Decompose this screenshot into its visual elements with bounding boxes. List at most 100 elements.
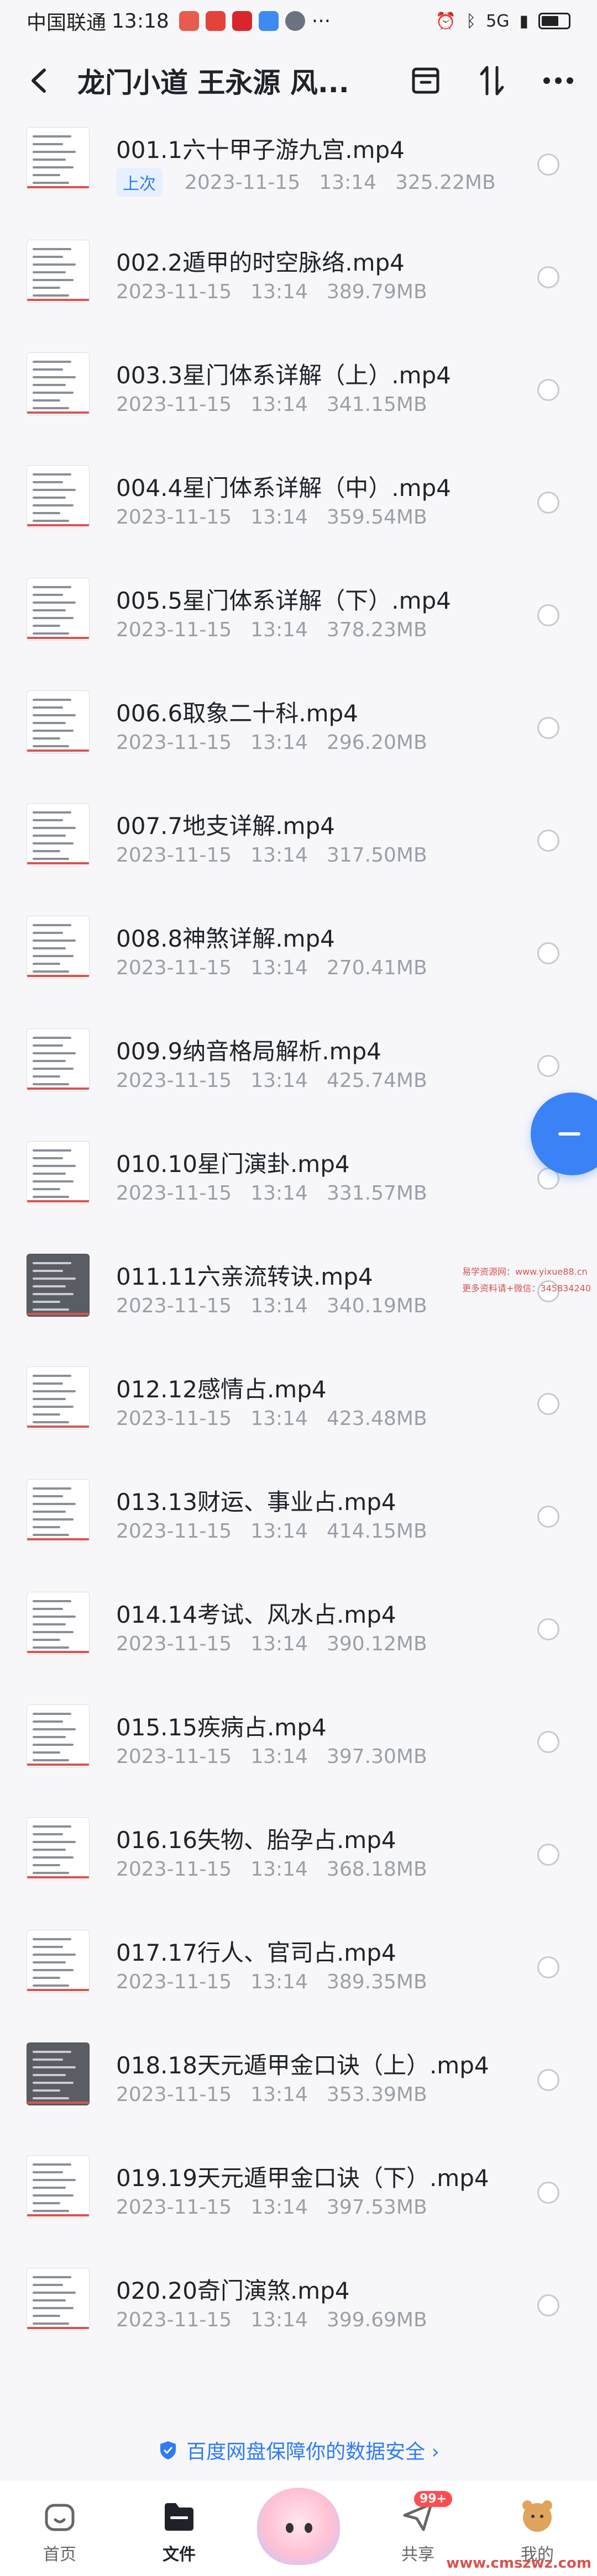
file-row[interactable]: 016.16失物、胎孕占.mp4 2023-11-15 13:14 368.18MB: [0, 1798, 597, 1911]
select-checkbox[interactable]: [537, 717, 559, 739]
file-date: 2023-11-15: [116, 1069, 232, 1092]
archive-icon[interactable]: [409, 64, 442, 97]
sort-icon[interactable]: [475, 64, 509, 97]
file-name: 014.14考试、风水占.mp4: [116, 1601, 396, 1628]
file-row[interactable]: 018.18天元遁甲金口诀（上）.mp4 2023-11-15 13:14 353.3…: [0, 2024, 597, 2136]
video-thumbnail: [27, 803, 90, 866]
select-checkbox[interactable]: [537, 1731, 559, 1753]
file-row[interactable]: 007.7地支详解.mp4 2023-11-15 13:14 317.50MB: [0, 784, 597, 897]
file-time: 13:14: [250, 2083, 308, 2106]
file-row[interactable]: 005.5星门体系详解（下）.mp4 2023-11-15 13:14 378.23M…: [0, 559, 597, 672]
select-checkbox[interactable]: [537, 1506, 559, 1528]
file-row[interactable]: 017.17行人、官司占.mp4 2023-11-15 13:14 389.35MB: [0, 1911, 597, 2024]
select-checkbox[interactable]: [537, 379, 559, 401]
file-time: 13:14: [250, 957, 308, 979]
select-checkbox[interactable]: [537, 1956, 559, 1978]
file-date: 2023-11-15: [116, 731, 232, 754]
security-promo-link[interactable]: 百度网盘保障你的数据安全 ›: [0, 2422, 597, 2478]
select-checkbox[interactable]: [537, 1393, 559, 1415]
file-row[interactable]: 003.3星门体系详解（上）.mp4 2023-11-15 13:14 341.15M…: [0, 334, 597, 446]
mascot-icon: [257, 2488, 340, 2565]
file-time: 13:14: [250, 1971, 308, 1993]
file-meta: 2023-11-15 13:14 397.30MB: [116, 1745, 446, 1768]
video-thumbnail: [27, 1141, 90, 1204]
file-name: 002.2遁甲的时空脉络.mp4: [116, 249, 405, 276]
file-row[interactable]: 002.2遁甲的时空脉络.mp4 2023-11-15 13:14 389.79MB: [0, 221, 597, 334]
file-size: 397.30MB: [326, 1745, 427, 1768]
nav-home[interactable]: 首页: [0, 2499, 119, 2565]
file-row[interactable]: 019.19天元遁甲金口诀（下）.mp4 2023-11-15 13:14 397.5…: [0, 2136, 597, 2249]
select-checkbox[interactable]: [537, 604, 559, 626]
file-row[interactable]: 013.13财运、事业占.mp4 2023-11-15 13:14 414.15MB: [0, 1460, 597, 1573]
video-thumbnail: [27, 1592, 90, 1655]
video-thumbnail: [27, 352, 90, 415]
file-name: 011.11六亲流转诀.mp4: [116, 1263, 373, 1290]
video-thumbnail: [27, 1028, 90, 1091]
signal-icon: ▮: [519, 11, 528, 31]
select-checkbox[interactable]: [537, 2069, 559, 2091]
file-list: 001.1六十甲子游九宫.mp4 上次 2023-11-15 13:14 325.22M…: [0, 108, 597, 2362]
file-meta: 2023-11-15 13:14 399.69MB: [116, 2309, 446, 2331]
file-size: 368.18MB: [326, 1858, 427, 1881]
file-size: 390.12MB: [326, 1633, 427, 1655]
file-row[interactable]: 020.20奇门演煞.mp4 2023-11-15 13:14 399.69MB: [0, 2249, 597, 2362]
file-meta: 2023-11-15 13:14 359.54MB: [116, 506, 446, 529]
file-meta: 2023-11-15 13:14 353.39MB: [116, 2083, 446, 2106]
select-checkbox[interactable]: [537, 1844, 559, 1866]
file-time: 13:14: [250, 281, 308, 303]
shield-icon: [160, 2441, 176, 2459]
select-checkbox[interactable]: [537, 154, 559, 176]
select-checkbox[interactable]: [537, 266, 559, 288]
file-name: 006.6取象二十科.mp4: [116, 700, 358, 727]
select-checkbox[interactable]: [537, 492, 559, 514]
file-time: 13:14: [250, 1069, 308, 1092]
file-time: 13:14: [250, 1633, 308, 1655]
file-row[interactable]: 001.1六十甲子游九宫.mp4 上次 2023-11-15 13:14 325.22M…: [0, 108, 597, 221]
file-time: 13:14: [250, 2196, 308, 2219]
video-thumbnail: [27, 690, 90, 753]
video-thumbnail: [27, 578, 90, 641]
file-time: 13:14: [250, 1745, 308, 1768]
alarm-icon: ⏰: [435, 11, 457, 31]
back-icon[interactable]: [22, 64, 55, 97]
file-meta: 2023-11-15 13:14 425.74MB: [116, 1069, 446, 1092]
file-row[interactable]: 008.8神煞详解.mp4 2023-11-15 13:14 270.41MB: [0, 897, 597, 1010]
video-thumbnail: [27, 240, 90, 303]
file-meta: 2023-11-15 13:14 390.12MB: [116, 1633, 446, 1655]
select-checkbox[interactable]: [537, 1618, 559, 1640]
select-checkbox[interactable]: [537, 2182, 559, 2204]
select-checkbox[interactable]: [537, 2294, 559, 2316]
file-row[interactable]: 004.4星门体系详解（中）.mp4 2023-11-15 13:14 359.54M…: [0, 446, 597, 559]
app-notification-icon: [285, 11, 305, 31]
file-name: 018.18天元遁甲金口诀（上）.mp4: [116, 2052, 489, 2079]
file-row[interactable]: 009.9纳音格局解析.mp4 2023-11-15 13:14 425.74MB: [0, 1010, 597, 1122]
file-size: 325.22MB: [395, 171, 496, 194]
nav-assistant[interactable]: [239, 2488, 358, 2565]
file-row[interactable]: 006.6取象二十科.mp4 2023-11-15 13:14 296.20MB: [0, 672, 597, 784]
select-checkbox[interactable]: [537, 1055, 559, 1077]
file-row[interactable]: 012.12感情占.mp4 2023-11-15 13:14 423.48MB: [0, 1348, 597, 1460]
select-checkbox[interactable]: [537, 942, 559, 964]
more-options-icon[interactable]: [542, 64, 575, 97]
nav-files[interactable]: 文件: [119, 2499, 239, 2565]
file-date: 2023-11-15: [116, 2196, 232, 2219]
file-date: 2023-11-15: [116, 393, 232, 416]
file-size: 341.15MB: [326, 393, 427, 416]
file-name: 017.17行人、官司占.mp4: [116, 1939, 396, 1966]
file-size: 296.20MB: [326, 731, 427, 754]
select-checkbox[interactable]: [537, 830, 559, 852]
file-row[interactable]: 010.10星门演卦.mp4 2023-11-15 13:14 331.57MB: [0, 1122, 597, 1235]
file-row[interactable]: 015.15疾病占.mp4 2023-11-15 13:14 397.30MB: [0, 1686, 597, 1798]
file-time: 13:14: [250, 844, 308, 867]
file-name: 020.20奇门演煞.mp4: [116, 2277, 350, 2304]
header-actions: [409, 64, 575, 97]
file-name: 004.4星门体系详解（中）.mp4: [116, 474, 451, 502]
video-thumbnail: [27, 1254, 90, 1317]
file-date: 2023-11-15: [116, 1520, 232, 1543]
video-thumbnail: [27, 1366, 90, 1429]
clock: 13:18: [112, 9, 169, 33]
file-date: 2023-11-15: [185, 171, 301, 194]
file-row[interactable]: 014.14考试、风水占.mp4 2023-11-15 13:14 390.12MB: [0, 1573, 597, 1686]
video-thumbnail: [27, 1479, 90, 1542]
status-bar: 中国联通 13:18 ··· ⏰ ᛒ 5G ▮: [0, 0, 597, 42]
